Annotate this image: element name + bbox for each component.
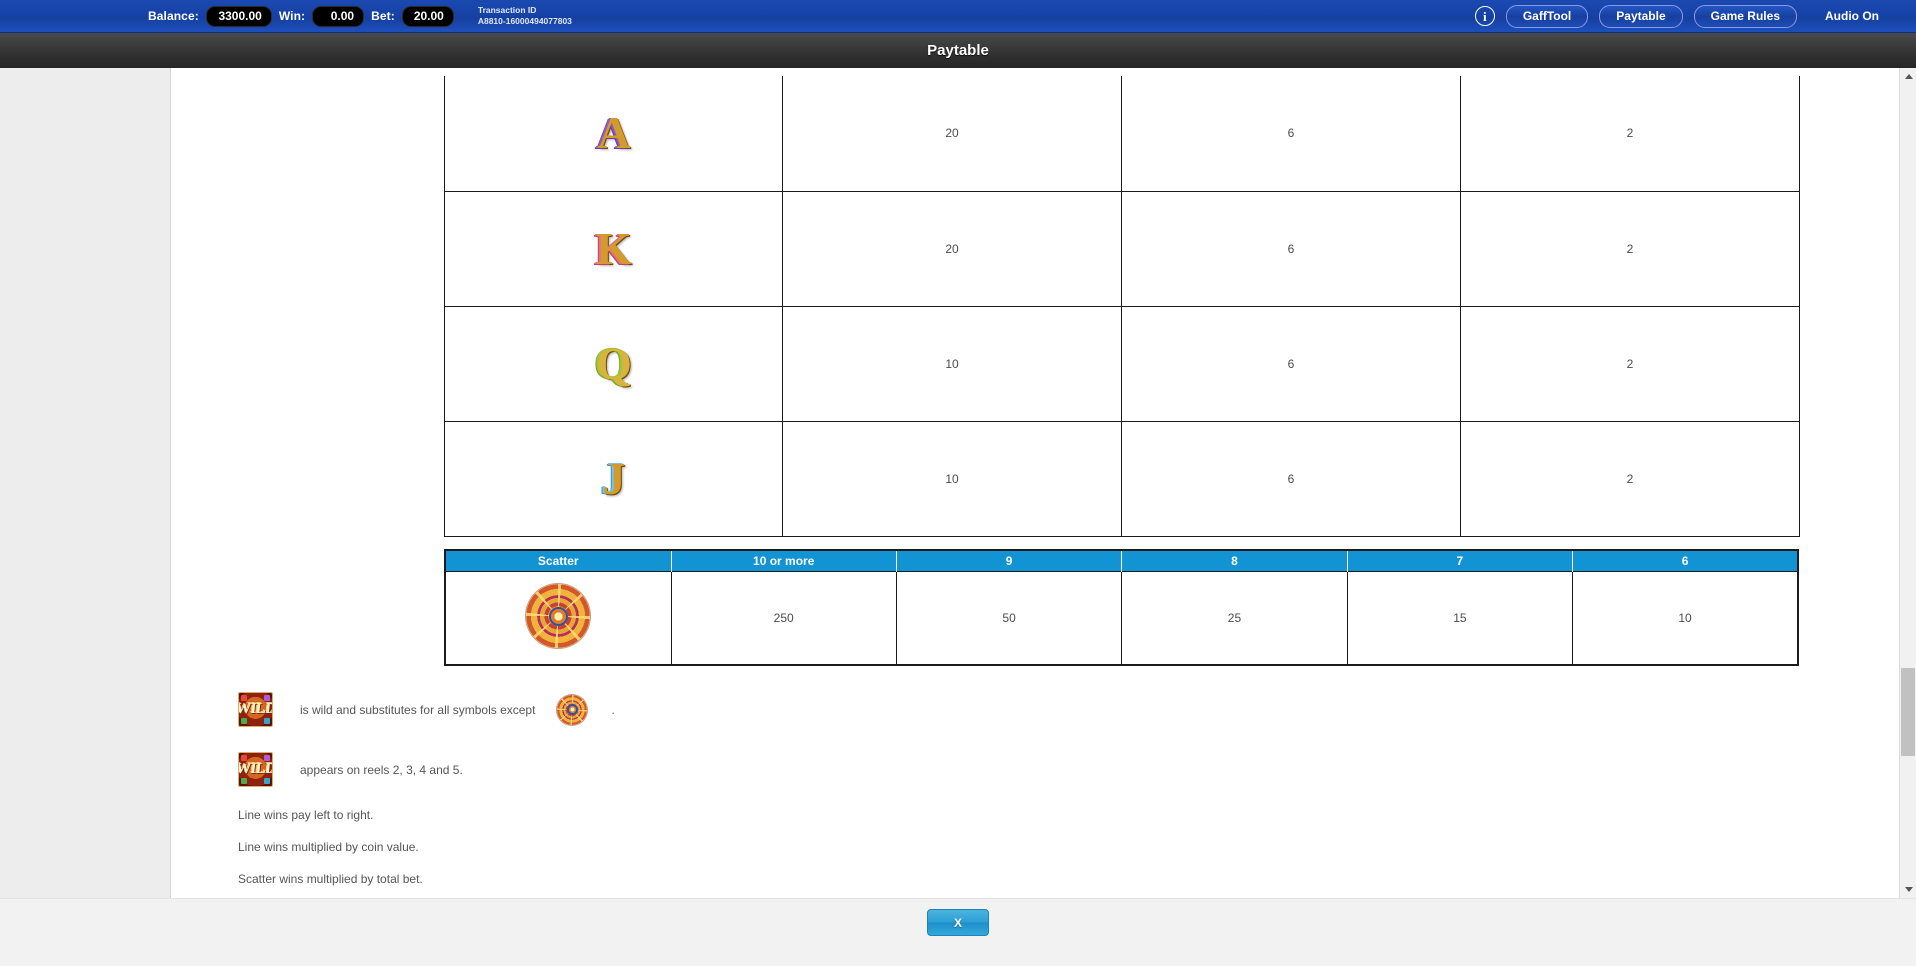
- rule-line: Scatter wins multiplied by total bet.: [238, 871, 423, 886]
- scatter-value-row: 250 50 25 15 10: [444, 571, 1799, 665]
- balance-value: 3300.00: [205, 5, 272, 27]
- wild-substitute-note: WILD is wild and substitutes for all sym…: [238, 688, 1868, 732]
- transaction-info: Transaction ID A8810-16000494077803: [478, 5, 572, 26]
- symbol-k-icon: K: [596, 222, 632, 274]
- payout-cell: 2: [1460, 76, 1800, 192]
- scatter-payout-cell: 10: [1572, 571, 1799, 665]
- wild-symbol-icon: WILD: [238, 692, 273, 727]
- table-row: J 10 6 2: [444, 420, 1800, 537]
- scatter-payout-cell: 250: [670, 571, 897, 665]
- symbol-cell-j: J: [444, 420, 783, 537]
- top-status-bar: Balance: 3300.00 Win: 0.00 Bet: 20.00 Tr…: [0, 0, 1916, 33]
- scatter-header-cell: 9: [895, 549, 1123, 572]
- symbol-a-icon: A: [597, 107, 630, 159]
- symbol-cell-k: K: [444, 190, 783, 307]
- content-stage: A 20 6 2 K 20 6 2 Q 10 6 2 J 10 6 2 Scat…: [0, 68, 1916, 898]
- wild-symbol-label: WILD: [238, 761, 273, 777]
- rules-list: Line wins pay left to right. Line wins m…: [238, 808, 1868, 886]
- scatter-payout-cell: 50: [895, 571, 1123, 665]
- topbar-actions: i GaffTool Paytable Game Rules Audio On: [1474, 4, 1896, 28]
- symbol-cell-a: A: [444, 76, 783, 192]
- symbol-paytable: A 20 6 2 K 20 6 2 Q 10 6 2 J 10 6 2: [444, 76, 1800, 537]
- payout-cell: 10: [782, 420, 1122, 537]
- rule-line: Line wins multiplied by coin value.: [238, 839, 419, 854]
- rule-line: Line wins pay left to right.: [238, 807, 374, 822]
- scatter-symbol-cell: [444, 571, 672, 665]
- win-label: Win:: [278, 9, 306, 23]
- scatter-header-cell: 7: [1346, 549, 1574, 572]
- wild-reels-note: WILD appears on reels 2, 3, 4 and 5.: [238, 748, 1868, 792]
- paytable-button[interactable]: Paytable: [1599, 4, 1683, 28]
- scatter-wheel-icon: [557, 694, 588, 725]
- symbol-cell-q: Q: [444, 305, 783, 422]
- dialog-footer: X: [0, 898, 1916, 966]
- vertical-scrollbar[interactable]: [1899, 68, 1916, 898]
- paytable-panel: A 20 6 2 K 20 6 2 Q 10 6 2 J 10 6 2 Scat…: [170, 68, 1915, 898]
- table-row: A 20 6 2: [444, 76, 1800, 192]
- payout-cell: 2: [1460, 190, 1800, 307]
- audio-toggle-button[interactable]: Audio On: [1808, 5, 1896, 28]
- scatter-wheel-icon: [526, 584, 591, 649]
- scatter-header-cell: 8: [1121, 549, 1348, 572]
- payout-cell: 2: [1460, 420, 1800, 537]
- table-row: Q 10 6 2: [444, 305, 1800, 422]
- payout-cell: 20: [782, 76, 1122, 192]
- payout-cell: 6: [1121, 190, 1461, 307]
- wild-substitute-text: is wild and substitutes for all symbols …: [300, 702, 536, 717]
- scatter-paytable: Scatter 10 or more 9 8 7 6 250 50 25 15 …: [444, 548, 1799, 666]
- scrollbar-thumb[interactable]: [1901, 668, 1915, 756]
- wild-reels-text: appears on reels 2, 3, 4 and 5.: [300, 762, 463, 777]
- payout-cell: 6: [1121, 76, 1461, 192]
- symbol-j-icon: J: [602, 452, 626, 504]
- payout-cell: 2: [1460, 305, 1800, 422]
- scatter-inline-wrap: [557, 694, 588, 725]
- game-rules-button[interactable]: Game Rules: [1693, 4, 1797, 28]
- symbol-q-icon: Q: [596, 337, 632, 389]
- payout-cell: 6: [1121, 420, 1461, 537]
- meters-group: Balance: 3300.00 Win: 0.00 Bet: 20.00: [148, 5, 454, 27]
- balance-label: Balance:: [148, 9, 199, 23]
- wild-symbol-label: WILD: [238, 701, 273, 717]
- dialog-title-bar: Paytable: [0, 33, 1916, 68]
- transaction-id-label: Transaction ID: [477, 5, 537, 16]
- close-button[interactable]: X: [927, 909, 989, 936]
- scatter-header-cell: 6: [1572, 549, 1798, 572]
- scroll-up-arrow-icon[interactable]: [1900, 68, 1916, 85]
- payout-cell: 10: [782, 305, 1122, 422]
- scatter-header-cell: 10 or more: [670, 549, 897, 572]
- scroll-down-arrow-icon[interactable]: [1900, 881, 1916, 898]
- scatter-header-row: Scatter 10 or more 9 8 7 6: [445, 549, 1798, 572]
- wild-symbol-icon: WILD: [238, 752, 273, 787]
- gafftool-button[interactable]: GaffTool: [1505, 4, 1589, 28]
- scatter-header-cell: Scatter: [445, 549, 672, 572]
- transaction-id-value: A8810-16000494077803: [477, 16, 572, 26]
- page-title: Paytable: [927, 42, 989, 59]
- scatter-payout-cell: 15: [1346, 571, 1574, 665]
- bet-label: Bet:: [371, 9, 395, 23]
- table-row: K 20 6 2: [444, 190, 1800, 307]
- scatter-payout-cell: 25: [1121, 571, 1348, 665]
- wild-notes: WILD is wild and substitutes for all sym…: [238, 688, 1868, 792]
- wild-note-period: .: [611, 702, 615, 717]
- payout-cell: 20: [782, 190, 1122, 307]
- info-icon[interactable]: i: [1474, 6, 1495, 26]
- bet-value: 20.00: [401, 5, 454, 27]
- payout-cell: 6: [1121, 305, 1461, 422]
- win-value: 0.00: [312, 5, 365, 27]
